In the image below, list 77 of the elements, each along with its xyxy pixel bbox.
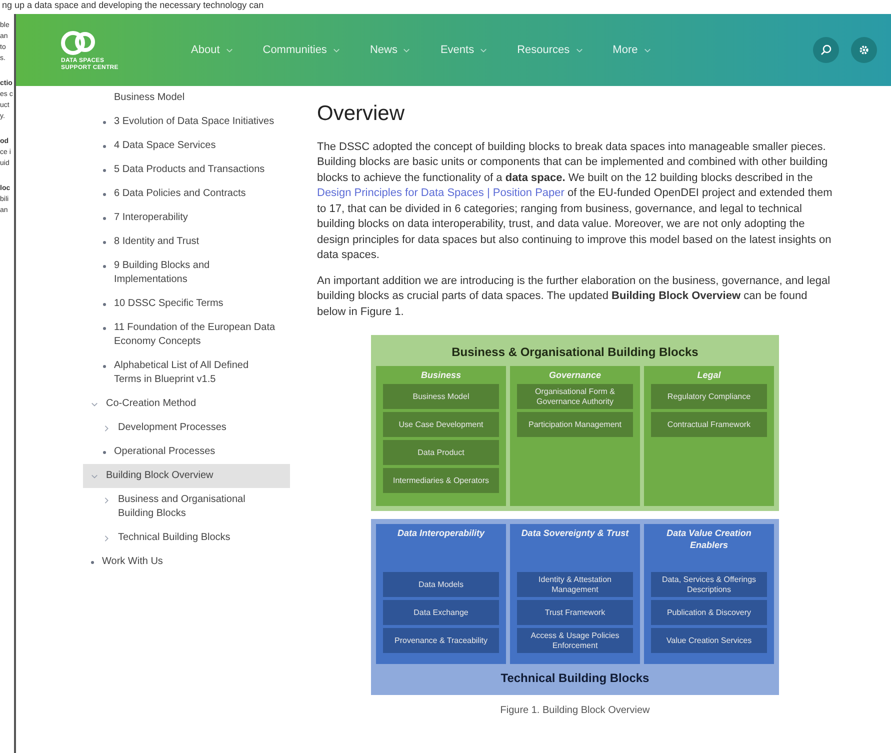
bullet-icon	[103, 121, 106, 124]
sidebar-item[interactable]: 8 Identity and Trust	[83, 230, 290, 254]
building-block: Contractual Framework	[651, 412, 767, 437]
bullet-icon	[103, 217, 106, 220]
chevron-right-icon	[103, 425, 110, 432]
sidebar-item[interactable]: 4 Data Space Services	[83, 134, 290, 158]
settings-button[interactable]	[851, 37, 877, 63]
building-block: Participation Management	[517, 412, 633, 437]
search-icon	[820, 44, 832, 56]
sidebar-item[interactable]: 5 Data Products and Transactions	[83, 158, 290, 182]
sidebar-item[interactable]: Operational Processes	[83, 440, 290, 464]
chevron-down-icon	[91, 473, 98, 480]
position-paper-link[interactable]: Design Principles for Data Spaces | Position Paper	[317, 187, 564, 199]
sidebar-item[interactable]: 10 DSSC Specific Terms	[83, 292, 290, 316]
sidebar-item[interactable]: 7 Interoperability	[83, 206, 290, 230]
figure-caption: Figure 1. Building Block Overview	[499, 704, 651, 718]
background-document-text: ng up a data space and developing the necessary technology can	[1, 0, 264, 12]
bullet-icon	[103, 365, 106, 368]
sidebar-item[interactable]: Work With Us	[83, 550, 290, 574]
building-block: Organisational Form & Governance Authority	[517, 384, 633, 409]
chevron-down-icon	[644, 46, 651, 54]
sidebar-item[interactable]: Technical Building Blocks	[83, 526, 290, 550]
building-block: Access & Usage Policies Enforcement	[517, 628, 633, 653]
search-button[interactable]	[813, 37, 839, 63]
category-heading: Governance	[548, 369, 602, 381]
page-title: Overview	[317, 101, 406, 127]
group-title: Technical Building Blocks	[500, 670, 650, 687]
sidebar-item[interactable]: 6 Data Policies and Contracts	[83, 182, 290, 206]
building-block: Business Model	[383, 384, 499, 409]
chevron-down-icon	[480, 46, 488, 54]
chevron-right-icon	[103, 535, 110, 542]
bullet-icon	[103, 303, 106, 306]
chevron-down-icon	[403, 46, 410, 54]
building-block: Intermediaries & Operators	[383, 468, 499, 493]
category-heading: Data Interoperability	[396, 527, 486, 540]
sidebar-item[interactable]: 9 Building Blocks and Implementations	[83, 254, 290, 292]
bullet-icon	[103, 145, 106, 148]
category-heading: Data Sovereignty & Trust	[520, 527, 630, 540]
building-block: Data, Services & Offerings Descriptions	[651, 572, 767, 597]
building-block: Use Case Development	[383, 412, 499, 437]
chevron-down-icon	[91, 401, 98, 408]
building-block: Value Creation Services	[651, 628, 767, 653]
category-heading: Data Value Creation Enablers	[666, 527, 752, 552]
category-heading: Legal	[696, 369, 722, 381]
sidebar-item[interactable]: Business Model	[83, 86, 290, 110]
building-block: Data Exchange	[383, 600, 499, 625]
building-block: Data Models	[383, 572, 499, 597]
category-heading: Business	[420, 369, 462, 381]
sidebar-item[interactable]: Alphabetical List of All Defined Terms in Blueprint v1.5	[83, 354, 290, 392]
body-paragraph: An important addition we are introducing is the further elaboration on the business, governance, and legal building blocks as crucial parts of data spaces. The updated Building Block Overview can be found below in Figure 1.	[317, 274, 832, 320]
chevron-down-icon	[226, 46, 233, 54]
bullet-icon	[103, 241, 106, 244]
sidebar-item[interactable]: Development Processes	[83, 416, 290, 440]
building-block: Data Product	[383, 440, 499, 465]
bullet-icon	[103, 265, 106, 268]
bullet-icon	[103, 169, 106, 172]
bullet-icon	[103, 327, 106, 330]
sidebar-item[interactable]: Building Block Overview	[83, 464, 290, 488]
logo-icon	[61, 28, 97, 58]
bullet-icon	[103, 451, 106, 454]
sidebar-item[interactable]: 11 Foundation of the European Data Economy Concepts	[83, 316, 290, 354]
bullet-icon	[91, 561, 94, 564]
body-paragraph: The DSSC adopted the concept of building blocks to break data spaces into manageable smaller pieces. Building blocks are basic units or components that can be implemented and combined with other building blocks to achieve the functionality of a data space. We built on the 12 building blocks described in the Design Principles for Data Spaces | Position Paper of the EU-funded OpenDEI project and extended them to 17, that can be divided in 6 categories; ranging from business, governance, and legal to technical building blocks on data interoperability, trust, and data value. Moreover, we are not only adopting the design principles for data spaces but also continuing to improve this model based on the latest insights on data spaces.	[317, 140, 833, 263]
chevron-down-icon	[576, 46, 583, 54]
building-block: Identity & Attestation Management	[517, 572, 633, 597]
building-block: Publication & Discovery	[651, 600, 767, 625]
sidebar-item[interactable]: Business and Organisational Building Blocks	[83, 488, 290, 526]
sidebar-item[interactable]: 3 Evolution of Data Space Initiatives	[83, 110, 290, 134]
building-block: Regulatory Compliance	[651, 384, 767, 409]
building-block: Provenance & Traceability	[383, 628, 499, 653]
bullet-icon	[103, 193, 106, 196]
chevron-right-icon	[103, 497, 110, 504]
sidebar-item[interactable]: Co-Creation Method	[83, 392, 290, 416]
settings-icon	[858, 44, 870, 56]
chevron-down-icon	[332, 46, 340, 54]
building-block: Trust Framework	[517, 600, 633, 625]
group-title: Business & Organisational Building Blocks	[450, 344, 700, 361]
